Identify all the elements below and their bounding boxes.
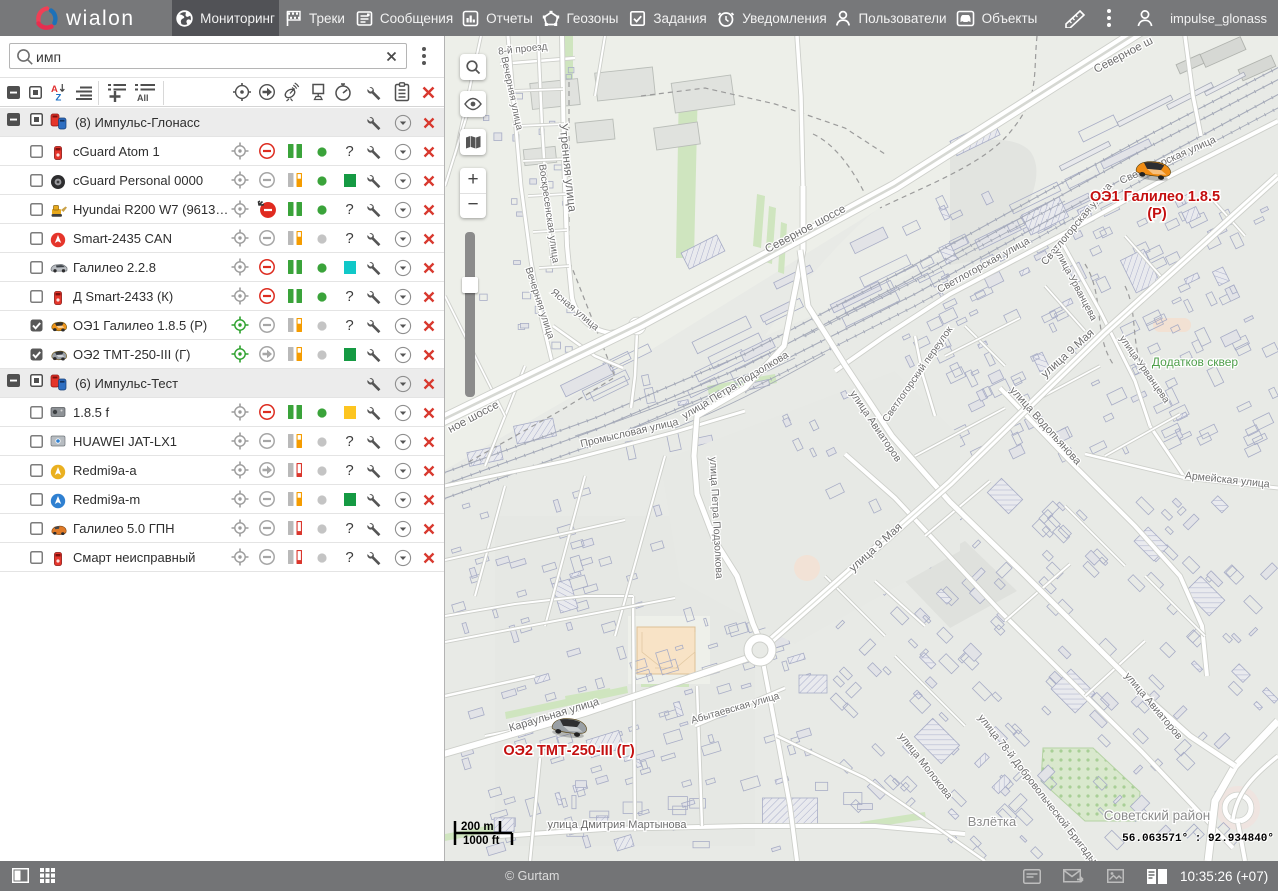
svg-text:(Р): (Р) — [1147, 206, 1167, 222]
svg-text:ОЭ2 ТМТ-250-III (Г): ОЭ2 ТМТ-250-III (Г) — [503, 743, 634, 759]
svg-text:ОЭ1 Галилео 1.8.5: ОЭ1 Галилео 1.8.5 — [1090, 189, 1220, 205]
svg-text:Додатков сквер: Додатков сквер — [1152, 355, 1239, 369]
svg-text:Взлётка: Взлётка — [968, 814, 1017, 829]
svg-text:Советский район: Советский район — [1104, 808, 1210, 823]
svg-text:улица Дмитрия Мартынова: улица Дмитрия Мартынова — [547, 819, 687, 831]
svg-text:All: All — [137, 93, 149, 102]
svg-text:1000 ft: 1000 ft — [463, 835, 500, 847]
svg-text:Z: Z — [56, 93, 62, 102]
svg-text:200 m: 200 m — [461, 821, 494, 833]
